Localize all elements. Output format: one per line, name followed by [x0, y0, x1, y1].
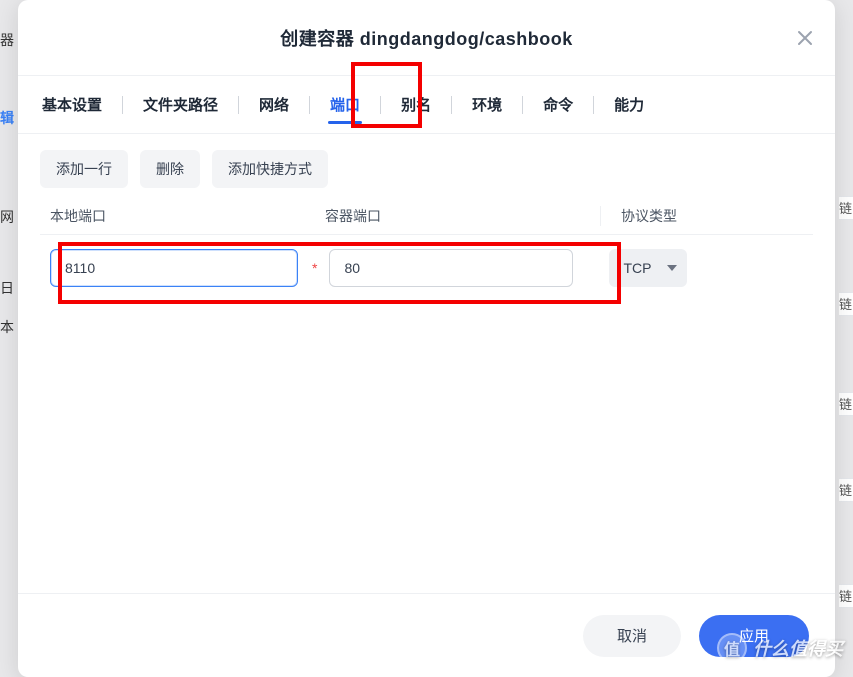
tab-alias[interactable]: 别名 [399, 76, 433, 134]
bg-row: 链 [839, 196, 853, 220]
bg-text: 器 [0, 30, 14, 50]
delete-button[interactable]: 删除 [140, 150, 200, 188]
tab-separator [593, 96, 594, 114]
tab-ports[interactable]: 端口 [328, 76, 362, 134]
required-asterisk: * [312, 260, 317, 276]
bg-row: 链 [839, 392, 853, 416]
tab-separator [122, 96, 123, 114]
col-header-container-port: 容器端口 [325, 206, 600, 226]
tab-command[interactable]: 命令 [541, 76, 575, 134]
close-icon[interactable] [795, 28, 815, 48]
col-header-local-port: 本地端口 [40, 206, 325, 226]
container-port-input[interactable] [329, 249, 573, 287]
tab-separator [309, 96, 310, 114]
protocol-select[interactable]: TCP [609, 249, 687, 287]
port-column-headers: 本地端口 容器端口 协议类型 [40, 206, 813, 235]
tab-environment[interactable]: 环境 [470, 76, 504, 134]
cancel-button[interactable]: 取消 [583, 615, 681, 657]
bg-text: 日 [0, 278, 14, 298]
modal-title: 创建容器 dingdangdog/cashbook [280, 25, 573, 51]
ports-panel: 添加一行 删除 添加快捷方式 本地端口 容器端口 协议类型 * TCP [18, 134, 835, 593]
port-mapping-row: * TCP [40, 249, 813, 287]
action-button-row: 添加一行 删除 添加快捷方式 [40, 150, 813, 188]
apply-button[interactable]: 应用 [699, 615, 809, 657]
tab-folder-path[interactable]: 文件夹路径 [141, 76, 220, 134]
modal-footer: 取消 应用 [18, 593, 835, 677]
bg-text: 本 [0, 317, 14, 337]
bg-row: 链 [839, 584, 853, 608]
tab-capabilities[interactable]: 能力 [612, 76, 646, 134]
tab-separator [380, 96, 381, 114]
tab-network[interactable]: 网络 [257, 76, 291, 134]
protocol-select-value: TCP [623, 260, 651, 276]
bg-link-text: 辑 [0, 108, 14, 128]
tab-separator [451, 96, 452, 114]
add-row-button[interactable]: 添加一行 [40, 150, 128, 188]
bg-text: 网 [0, 207, 14, 227]
tab-separator [522, 96, 523, 114]
modal-tabs: 基本设置 文件夹路径 网络 端口 别名 环境 命令 能力 [18, 76, 835, 134]
protocol-select-wrap: TCP [609, 249, 687, 287]
local-port-input[interactable] [50, 249, 298, 287]
tab-basic-settings[interactable]: 基本设置 [40, 76, 104, 134]
tab-separator [238, 96, 239, 114]
bg-row: 链 [839, 478, 853, 502]
modal-header: 创建容器 dingdangdog/cashbook [18, 0, 835, 76]
add-shortcut-button[interactable]: 添加快捷方式 [212, 150, 328, 188]
col-header-protocol: 协议类型 [600, 206, 813, 226]
create-container-modal: 创建容器 dingdangdog/cashbook 基本设置 文件夹路径 网络 … [18, 0, 835, 677]
bg-row: 链 [839, 292, 853, 316]
chevron-down-icon [667, 265, 677, 271]
